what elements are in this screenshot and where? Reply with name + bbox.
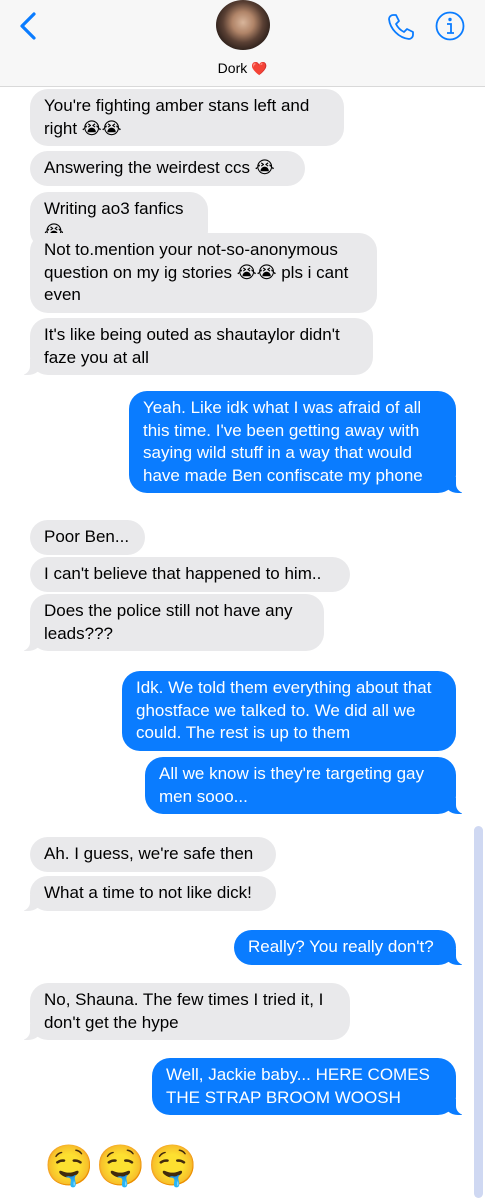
message-bubble-outgoing[interactable]: Really? You really don't? (234, 930, 466, 965)
contact-name: Dork (217, 60, 248, 76)
message-bubble-outgoing[interactable]: All we know is they're targeting gay men… (145, 757, 466, 814)
message-bubble-outgoing[interactable]: Well, Jackie baby... HERE COMES THE STRA… (152, 1058, 466, 1115)
message-bubble-incoming[interactable]: What a time to not like dick! (20, 876, 276, 911)
message-bubble-incoming[interactable]: Ah. I guess, we're safe then (30, 837, 276, 872)
contact-avatar[interactable] (216, 0, 270, 50)
emoji-message[interactable]: 🤤🤤🤤 (44, 1140, 204, 1192)
phone-icon[interactable] (385, 11, 417, 43)
info-icon[interactable] (434, 10, 466, 42)
message-bubble-incoming[interactable]: Does the police still not have any leads… (20, 594, 324, 651)
message-bubble-incoming[interactable]: I can't believe that happened to him.. (30, 557, 350, 592)
message-bubble-incoming[interactable]: No, Shauna. The few times I tried it, I … (20, 983, 350, 1040)
message-bubble-incoming[interactable]: Not to.mention your not-so-anonymous que… (30, 233, 377, 313)
message-bubble-outgoing[interactable]: Yeah. Like idk what I was afraid of all … (129, 391, 466, 493)
message-bubble-incoming[interactable]: Poor Ben... (30, 520, 145, 555)
contact-title[interactable]: Dork ❤️ (0, 58, 485, 78)
conversation-header: Dork ❤️ (0, 0, 485, 87)
message-bubble-incoming[interactable]: It's like being outed as shautaylor didn… (20, 318, 373, 375)
heart-emoji: ❤️ (251, 61, 268, 76)
message-bubble-incoming[interactable]: You're fighting amber stans left and rig… (30, 89, 344, 146)
scrollbar[interactable] (474, 826, 483, 1198)
message-bubble-incoming[interactable]: Answering the weirdest ccs 😭 (30, 151, 305, 186)
chevron-left-icon[interactable] (14, 10, 44, 42)
message-bubble-outgoing[interactable]: Idk. We told them everything about that … (122, 671, 456, 751)
